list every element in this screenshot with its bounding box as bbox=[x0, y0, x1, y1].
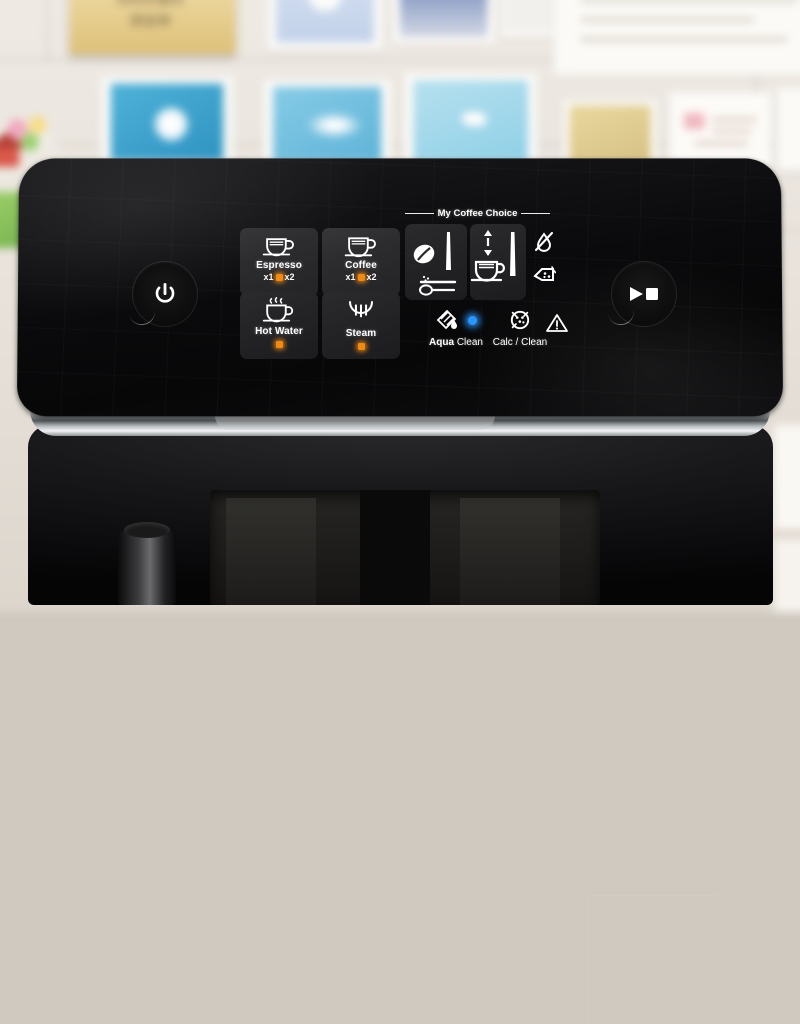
coffee-x2: x2 bbox=[366, 272, 377, 282]
espresso-button[interactable]: Espresso x1 x2 bbox=[240, 228, 318, 296]
no-water-indicator bbox=[530, 228, 558, 256]
warning-triangle-icon bbox=[546, 314, 568, 332]
hot-water-label: Hot Water bbox=[255, 326, 303, 337]
espresso-x1: x1 bbox=[263, 272, 274, 282]
coffee-cup-count: x1 x2 bbox=[345, 272, 376, 282]
power-icon bbox=[155, 283, 175, 303]
grounds-container-indicator bbox=[530, 262, 558, 290]
steam-button[interactable]: Steam bbox=[322, 292, 400, 359]
strength-slider-bar bbox=[446, 232, 451, 270]
coffee-button[interactable]: Coffee x1 x2 bbox=[322, 228, 400, 296]
steam-icon bbox=[349, 301, 373, 318]
start-stop-button[interactable] bbox=[612, 262, 676, 326]
espresso-machine: Espresso x1 x2 Coffee x1 x2 Hot Water St… bbox=[0, 0, 800, 1024]
hot-water-cup-icon bbox=[262, 297, 294, 323]
coffee-cup-icon bbox=[344, 237, 376, 258]
play-stop-icon bbox=[630, 287, 658, 301]
no-water-icon bbox=[534, 231, 554, 252]
power-button[interactable] bbox=[133, 262, 197, 326]
steam-label: Steam bbox=[345, 328, 377, 339]
water-filter-icon bbox=[436, 309, 457, 330]
espresso-cup-icon bbox=[262, 238, 294, 257]
steam-led bbox=[357, 343, 365, 350]
coffee-led bbox=[357, 273, 365, 281]
aqua-clean-label-bold: Aqua bbox=[429, 337, 455, 348]
warning-indicator bbox=[543, 310, 571, 336]
espresso-x2: x2 bbox=[284, 272, 295, 282]
espresso-label: Espresso bbox=[256, 260, 302, 271]
header-rule-right bbox=[521, 212, 550, 215]
espresso-cup-count: x1 x2 bbox=[263, 272, 294, 282]
hot-water-button[interactable]: Hot Water bbox=[240, 292, 318, 359]
coffee-grounds-container-icon bbox=[533, 266, 556, 281]
volume-slider-bar bbox=[510, 232, 516, 276]
descale-icon bbox=[510, 310, 530, 330]
brew-group-shadow bbox=[360, 490, 430, 605]
side-panel-seam bbox=[587, 895, 718, 1024]
coffee-label: Coffee bbox=[345, 260, 377, 271]
my-coffee-choice-header: My Coffee Choice bbox=[405, 208, 550, 219]
coffee-bean-icon bbox=[413, 244, 435, 264]
calc-clean-label: Calc / Clean bbox=[492, 337, 548, 348]
header-rule-left bbox=[405, 212, 434, 215]
up-down-arrows-icon bbox=[484, 230, 492, 256]
cup-volume-icon bbox=[471, 260, 505, 282]
my-coffee-choice-title: My Coffee Choice bbox=[437, 208, 518, 219]
cup-volume-selector[interactable] bbox=[470, 224, 526, 300]
hot-water-led bbox=[275, 341, 283, 348]
cup-volume-graphic bbox=[471, 230, 516, 282]
espresso-led bbox=[275, 273, 283, 281]
brew-cavity bbox=[210, 490, 600, 605]
ground-coffee-spoon-icon bbox=[419, 275, 457, 296]
coffee-spout bbox=[118, 522, 176, 605]
bean-strength-selector[interactable] bbox=[405, 224, 467, 300]
coffee-x1: x1 bbox=[345, 272, 356, 282]
bean-strength-graphic bbox=[413, 232, 457, 296]
